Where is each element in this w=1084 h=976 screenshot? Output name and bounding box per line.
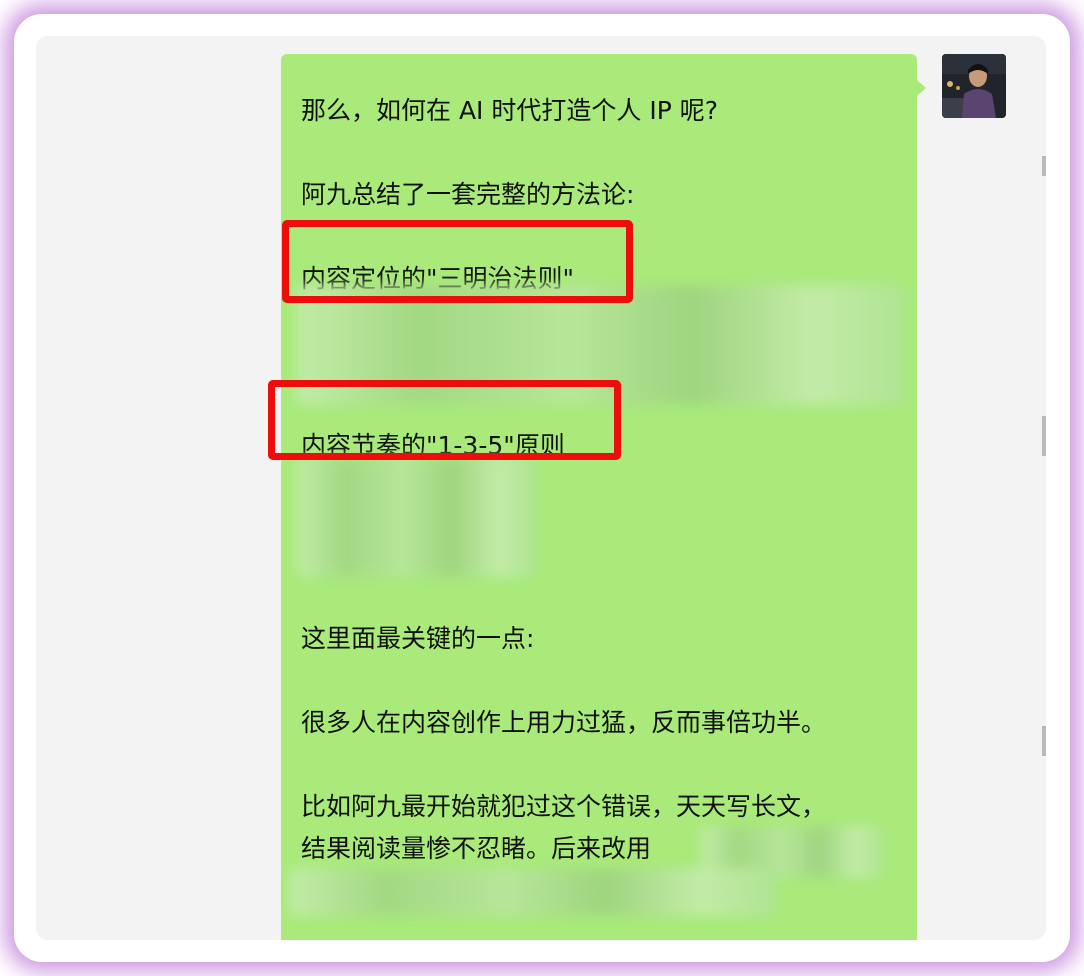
highlight-box-sandwich-rule (282, 220, 633, 303)
screenshot-frame: 那么，如何在 AI 时代打造个人 IP 呢? 阿九总结了一套完整的方法论: 内容… (0, 0, 1084, 976)
message-line-8: 结果阅读量惨不忍睹。后来改用 (301, 834, 652, 863)
scrollbar-mark-1 (1042, 156, 1046, 176)
message-line-1: 那么，如何在 AI 时代打造个人 IP 呢? (301, 96, 718, 125)
user-avatar[interactable] (942, 54, 1006, 118)
highlight-box-135-rule (268, 380, 621, 460)
chat-window: 那么，如何在 AI 时代打造个人 IP 呢? 阿九总结了一套完整的方法论: 内容… (36, 36, 1046, 940)
scrollbar-mark-3 (1042, 726, 1046, 756)
message-line-7: 比如阿九最开始就犯过这个错误，天天写长文， (301, 792, 827, 821)
message-line-5: 这里面最关键的一点: (301, 624, 535, 653)
message-line-6: 很多人在内容创作上用力过猛，反而事倍功半。 (301, 708, 827, 737)
blurred-content-2 (297, 457, 535, 577)
bubble-tail (917, 80, 926, 96)
message-bubble[interactable]: 那么，如何在 AI 时代打造个人 IP 呢? 阿九总结了一套完整的方法论: 内容… (281, 54, 917, 940)
scrollbar-mark-2 (1042, 416, 1046, 456)
avatar-photo-icon (942, 54, 1006, 118)
message-line-2: 阿九总结了一套完整的方法论: (301, 180, 635, 209)
blurred-content-4 (289, 868, 775, 916)
